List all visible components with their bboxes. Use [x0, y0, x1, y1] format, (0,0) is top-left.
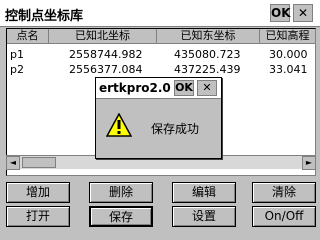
dialog-title: ertkpro2.0	[99, 81, 171, 95]
cell-elevation: 30.000	[269, 48, 308, 61]
close-icon[interactable]: ✕	[293, 4, 313, 22]
cell-north: 2558744.982	[69, 48, 143, 61]
cell-north: 2556377.084	[69, 63, 143, 76]
clear-button[interactable]: 清除	[252, 182, 316, 203]
col-header-east[interactable]: 已知东坐标	[157, 29, 260, 44]
save-button[interactable]: 保存	[89, 206, 153, 227]
cell-east: 437225.439	[174, 63, 241, 76]
col-header-elevation[interactable]: 已知高程	[260, 29, 316, 44]
warning-icon	[106, 113, 132, 137]
edit-button[interactable]: 编辑	[172, 182, 236, 203]
onoff-button[interactable]: On/Off	[252, 206, 316, 227]
delete-button[interactable]: 删除	[89, 182, 153, 203]
scroll-right-icon[interactable]: ►	[302, 156, 316, 170]
title-bar: 控制点坐标库 OK ✕	[0, 0, 320, 27]
dialog-close-icon[interactable]: ✕	[197, 80, 217, 96]
settings-button[interactable]: 设置	[172, 206, 236, 227]
cell-elevation: 33.041	[269, 63, 308, 76]
col-header-name[interactable]: 点名	[7, 29, 49, 44]
window-title: 控制点坐标库	[5, 9, 84, 24]
ok-button[interactable]: OK	[270, 4, 291, 22]
scroll-left-icon[interactable]: ◄	[6, 156, 20, 170]
cell-point-name: p2	[10, 63, 24, 76]
add-button[interactable]: 增加	[6, 182, 70, 203]
scroll-thumb[interactable]	[22, 157, 56, 168]
dialog-message: 保存成功	[151, 122, 200, 136]
dialog-ok-button[interactable]: OK	[174, 80, 194, 96]
cell-point-name: p1	[10, 48, 24, 61]
open-button[interactable]: 打开	[6, 206, 70, 227]
message-dialog: ertkpro2.0 OK ✕ 保存成功	[95, 77, 222, 159]
dialog-title-bar: ertkpro2.0 OK ✕	[96, 78, 221, 99]
cell-east: 435080.723	[174, 48, 241, 61]
col-header-north[interactable]: 已知北坐标	[49, 29, 157, 44]
